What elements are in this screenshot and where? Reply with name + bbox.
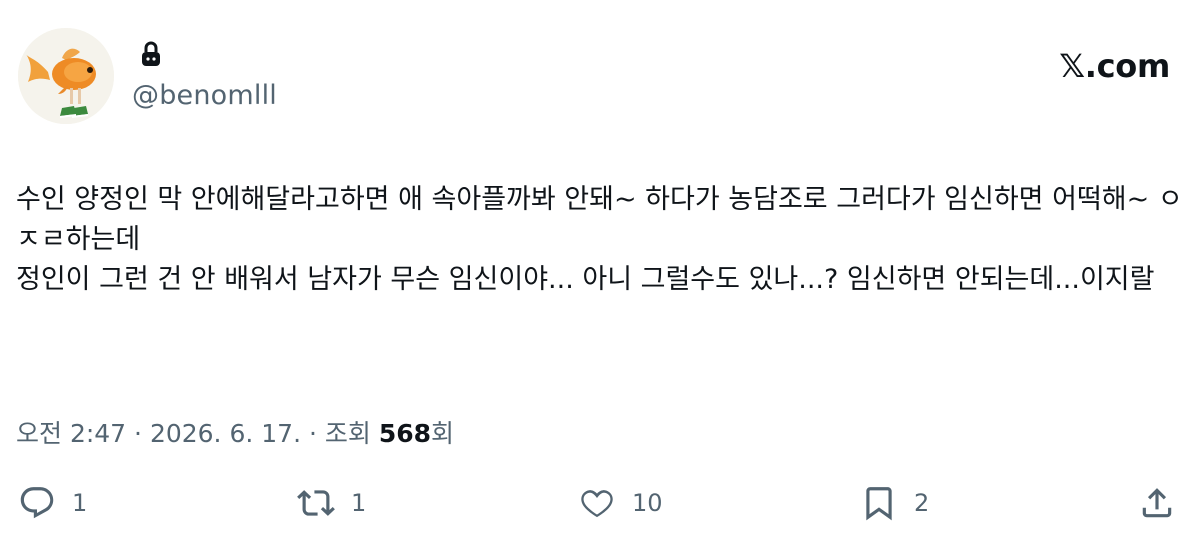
- like-count: 10: [632, 489, 663, 517]
- meta-separator: ·: [301, 419, 325, 448]
- bookmark-count: 2: [914, 489, 930, 517]
- goldfish-avatar-image: [18, 28, 114, 124]
- bookmark-button[interactable]: 2: [860, 478, 929, 528]
- reply-button[interactable]: 1: [18, 478, 87, 528]
- share-icon: [1142, 488, 1172, 518]
- retweet-icon: [297, 490, 335, 516]
- x-com-logo: 𝕏.com: [1059, 47, 1170, 85]
- reply-count: 1: [72, 489, 88, 517]
- retweet-count: 1: [351, 489, 367, 517]
- avatar[interactable]: [18, 28, 114, 124]
- action-bar: 1 1 10 2: [0, 478, 1200, 528]
- tweet-time[interactable]: 오전 2:47: [16, 419, 126, 448]
- lock-icon: [140, 40, 162, 68]
- bookmark-icon: [866, 487, 892, 521]
- tweet-text: 수인 양정인 막 안에해달라고하면 애 속아플까봐 안돼~ 하다가 농담조로 그…: [16, 184, 1183, 295]
- views-suffix: 회: [431, 419, 455, 448]
- like-icon: [581, 490, 613, 518]
- views-count: 568: [378, 419, 431, 448]
- meta-separator: ·: [126, 419, 150, 448]
- like-button[interactable]: 10: [578, 478, 663, 528]
- retweet-button[interactable]: 1: [297, 478, 366, 528]
- tweet-date[interactable]: 2026. 6. 17.: [150, 419, 301, 448]
- author-handle[interactable]: @benomlll: [132, 80, 277, 111]
- tweet-meta: 오전 2:47 · 2026. 6. 17. · 조회 568회: [16, 414, 454, 450]
- share-button[interactable]: [1138, 478, 1176, 528]
- reply-icon: [20, 487, 54, 519]
- views-label: 조회: [324, 419, 379, 448]
